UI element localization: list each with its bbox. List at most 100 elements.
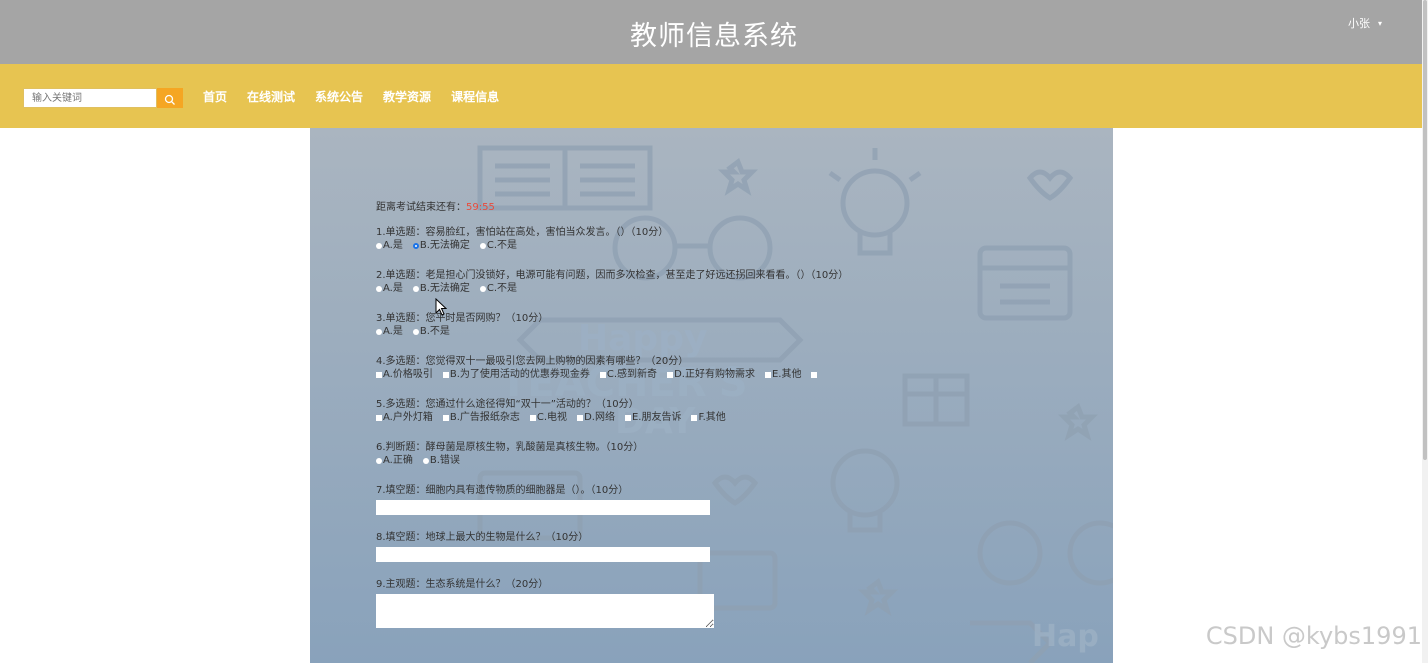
option-group: A.是 B.不是 <box>376 325 848 339</box>
nav-announcements[interactable]: 系统公告 <box>315 88 363 105</box>
nav-courses[interactable]: 课程信息 <box>451 88 499 105</box>
username[interactable]: 小张 <box>1348 15 1370 31</box>
option-group: A.价格吸引 B.为了使用活动的优惠券现金券 C.感到新奇 D.正好有购物需求 E.其他 <box>376 368 848 382</box>
watermark: CSDN @kybs1991 <box>1205 622 1422 650</box>
radio-option[interactable]: A.是 <box>376 239 403 253</box>
checkbox[interactable] <box>442 372 449 378</box>
option-label: D.正好有购物需求 <box>674 369 755 380</box>
answer-input[interactable] <box>376 547 710 562</box>
question-title: 2.单选题：老是担心门没锁好，电源可能有问题，因而多次检查，甚至走了好远还拐回来… <box>376 270 849 281</box>
checkbox[interactable] <box>599 372 606 378</box>
checkbox[interactable] <box>376 415 382 421</box>
question-title: 8.填空题：地球上最大的生物是什么？（10分） <box>376 532 589 543</box>
checkbox-option[interactable]: D.网络 <box>577 411 615 425</box>
user-menu[interactable]: 小张 ▾ <box>1348 15 1382 31</box>
option-label: F.其他 <box>698 412 726 423</box>
question-title: 4.多选题：您觉得双十一最吸引您去网上购物的因素有哪些？（20分） <box>376 356 689 367</box>
checkbox[interactable] <box>667 372 674 378</box>
question-title: 7.填空题：细胞内具有遗传物质的细胞器是（）。（10分） <box>376 485 629 496</box>
radio-option[interactable]: A.是 <box>376 282 403 296</box>
checkbox-option[interactable]: E.朋友告诉 <box>624 411 681 425</box>
checkbox-option[interactable]: C.感到新奇 <box>599 368 658 382</box>
checkbox[interactable] <box>376 372 382 378</box>
checkbox[interactable] <box>577 415 584 421</box>
page-scrollbar[interactable] <box>1422 0 1428 663</box>
radio-button[interactable] <box>479 243 486 249</box>
search-input[interactable] <box>23 88 157 108</box>
radio-button[interactable] <box>376 243 382 249</box>
checkbox[interactable] <box>442 415 449 421</box>
option-label: A.正确 <box>383 455 413 466</box>
radio-option[interactable]: B.错误 <box>422 454 460 468</box>
radio-option[interactable]: B.不是 <box>412 325 450 339</box>
lightbulb-icon <box>840 168 910 238</box>
checkbox-option[interactable]: F.其他 <box>691 411 726 425</box>
answer-input[interactable] <box>376 500 710 515</box>
checkbox-option[interactable]: C.电视 <box>529 411 567 425</box>
checkbox-option[interactable]: A.价格吸引 <box>376 368 433 382</box>
nav-home[interactable]: 首页 <box>203 88 227 105</box>
checkbox-option[interactable]: E.其他 <box>764 368 802 382</box>
nav-resources[interactable]: 教学资源 <box>383 88 431 105</box>
option-group: A.正确 B.错误 <box>376 454 848 468</box>
option-label: C.不是 <box>486 283 518 294</box>
radio-option[interactable]: C.不是 <box>479 239 517 253</box>
radio-button[interactable] <box>376 286 382 292</box>
radio-option[interactable]: A.是 <box>376 325 403 339</box>
question: 8.填空题：地球上最大的生物是什么？（10分） <box>376 531 848 562</box>
checkbox[interactable] <box>529 415 536 421</box>
radio-button[interactable] <box>412 286 419 292</box>
radio-button[interactable] <box>479 286 486 292</box>
option-label: C.感到新奇 <box>606 369 658 380</box>
question: 3.单选题：您平时是否网购？（10分） A.是 B.不是 <box>376 312 848 339</box>
option-group: A.是 B.无法确定 C.不是 <box>376 239 848 253</box>
option-label: A.是 <box>383 283 403 294</box>
option-label: B.不是 <box>419 326 450 337</box>
question: 6.判断题：酵母菌是原核生物，乳酸菌是真核生物。（10分） A.正确 B.错误 <box>376 441 848 468</box>
nav-links: 首页 在线测试 系统公告 教学资源 课程信息 <box>203 88 499 105</box>
option-label: A.价格吸引 <box>383 369 433 380</box>
radio-button[interactable] <box>376 458 382 464</box>
checkbox-option[interactable]: B.广告报纸杂志 <box>442 411 520 425</box>
radio-option[interactable]: A.正确 <box>376 454 413 468</box>
timer-value: 59:55 <box>466 202 495 213</box>
checkbox-option[interactable]: A.户外灯箱 <box>376 411 433 425</box>
radio-button[interactable] <box>412 329 419 335</box>
checkbox-option[interactable]: D.正好有购物需求 <box>667 368 755 382</box>
chevron-down-icon[interactable]: ▾ <box>1378 19 1382 28</box>
question: 2.单选题：老是担心门没锁好，电源可能有问题，因而多次检查，甚至走了好远还拐回来… <box>376 269 848 296</box>
option-group: A.户外灯箱 B.广告报纸杂志 C.电视 D.网络 E.朋友告诉 F.其他 <box>376 411 848 425</box>
scrollbar-thumb[interactable] <box>1423 0 1427 460</box>
search-button[interactable] <box>157 88 183 108</box>
checkbox[interactable] <box>691 415 698 421</box>
calendar-icon <box>977 245 1073 321</box>
radio-button[interactable] <box>422 458 429 464</box>
checkbox-option[interactable] <box>811 368 818 382</box>
exam-panel: Happy TEACHER'S DAY Hap 距离考试结束还有：59:55 1… <box>310 128 1113 663</box>
radio-option[interactable]: B.无法确定 <box>412 239 470 253</box>
search-icon <box>164 94 175 105</box>
radio-button[interactable] <box>412 243 419 249</box>
question-title: 1.单选题：容易脸红，害怕站在高处，害怕当众发言。（）（10分） <box>376 227 669 238</box>
question-list: 1.单选题：容易脸红，害怕站在高处，害怕当众发言。（）（10分） A.是 B.无法确… <box>376 226 848 628</box>
radio-option[interactable]: B.无法确定 <box>412 282 470 296</box>
corner-happy-text: Hap <box>1032 619 1099 654</box>
checkbox[interactable] <box>624 415 631 421</box>
question: 1.单选题：容易脸红，害怕站在高处，害怕当众发言。（）（10分） A.是 B.无法确… <box>376 226 848 253</box>
option-label: E.其他 <box>771 369 802 380</box>
checkbox-option[interactable]: B.为了使用活动的优惠券现金券 <box>442 368 590 382</box>
option-label: B.错误 <box>429 455 460 466</box>
radio-option[interactable]: C.不是 <box>479 282 518 296</box>
option-label: A.是 <box>383 326 403 337</box>
question-title: 6.判断题：酵母菌是原核生物，乳酸菌是真核生物。（10分） <box>376 442 644 453</box>
timer-label: 距离考试结束还有： <box>376 202 466 213</box>
option-label: B.广告报纸杂志 <box>449 412 520 423</box>
question: 7.填空题：细胞内具有遗传物质的细胞器是（）。（10分） <box>376 484 848 515</box>
checkbox[interactable] <box>764 372 771 378</box>
answer-textarea[interactable] <box>376 594 714 628</box>
nav-online-test[interactable]: 在线测试 <box>247 88 295 105</box>
radio-button[interactable] <box>376 329 382 335</box>
site-title: 教师信息系统 <box>630 21 798 52</box>
question-title: 5.多选题：您通过什么途径得知“双十一”活动的？（10分） <box>376 399 639 410</box>
checkbox[interactable] <box>811 372 818 378</box>
